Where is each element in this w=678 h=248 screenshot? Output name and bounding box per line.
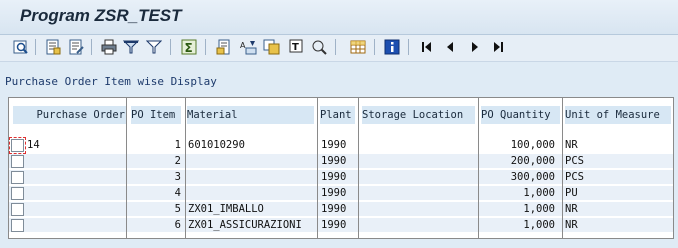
cell-storage-location [361, 186, 477, 200]
cell-po-item: 6 [174, 219, 181, 231]
sum-icon[interactable]: Σ [180, 38, 198, 56]
sort-ascending-icon[interactable]: A [240, 38, 258, 56]
cell-unit-of-measure: PCS [565, 171, 584, 183]
column-header-plant[interactable]: Plant [320, 106, 355, 124]
report-subtitle: Purchase Order Item wise Display [5, 75, 217, 88]
column-header-material[interactable]: Material [187, 106, 314, 124]
column-header-unit-of-measure[interactable]: Unit of Measure [565, 106, 671, 124]
column-divider [317, 98, 318, 238]
toolbar-separator [170, 39, 171, 55]
cell-plant: 1990 [321, 219, 347, 231]
cell-po-item: 2 [174, 155, 181, 167]
first-page-icon[interactable] [418, 38, 436, 56]
toolbar-separator [408, 39, 409, 55]
spreadsheet-icon[interactable] [349, 38, 367, 56]
info-icon[interactable] [383, 38, 401, 56]
cell-po-quantity: 200,000 [510, 155, 555, 167]
cell-po-quantity: 100,000 [510, 139, 555, 151]
cell-storage-location [361, 218, 477, 232]
cell-po-quantity: 300,000 [510, 171, 555, 183]
cell-unit-of-measure: NR [565, 203, 578, 215]
cell-storage-location [361, 202, 477, 216]
cell-purchase-order [27, 186, 122, 200]
filter-icon[interactable] [122, 38, 140, 56]
title-bar: Program ZSR_TEST [0, 0, 678, 35]
column-header-po-quantity[interactable]: PO Quantity [481, 106, 560, 124]
row-select-checkbox[interactable] [9, 137, 26, 154]
svg-text:A: A [240, 41, 246, 50]
row-select-checkbox[interactable] [11, 219, 24, 232]
cell-po-item: 5 [174, 203, 181, 215]
column-divider [185, 98, 186, 238]
column-header-po-item[interactable]: PO Item [131, 106, 181, 124]
column-header-storage-location[interactable]: Storage Location [362, 106, 475, 124]
cell-material [188, 154, 316, 168]
cell-unit-of-measure: PU [565, 187, 578, 199]
find-next-icon[interactable] [310, 38, 328, 56]
alv-grid: Purchase Order PO Item Material Plant St… [8, 97, 674, 239]
cell-storage-location [361, 154, 477, 168]
toolbar-separator [335, 39, 336, 55]
cell-storage-location [361, 138, 477, 152]
column-divider [358, 98, 359, 238]
sort-descending-icon[interactable] [263, 38, 281, 56]
cell-plant: 1990 [321, 171, 347, 183]
details-icon[interactable] [12, 38, 30, 56]
column-divider [126, 98, 127, 238]
cell-unit-of-measure: NR [565, 219, 578, 231]
svg-text:Σ: Σ [185, 41, 193, 55]
grid-header: Purchase Order PO Item Material Plant St… [9, 106, 673, 124]
cell-purchase-order [27, 202, 122, 216]
alv-toolbar: Σ A T [0, 35, 678, 62]
cell-po-quantity: 1,000 [523, 203, 555, 215]
cell-material: 601010290 [188, 139, 245, 151]
cell-plant: 1990 [321, 187, 347, 199]
print-icon[interactable] [100, 38, 118, 56]
previous-page-icon[interactable] [441, 38, 459, 56]
row-select-checkbox[interactable] [11, 203, 24, 216]
choose-layout-icon[interactable] [44, 38, 62, 56]
window-title: Program ZSR_TEST [20, 6, 182, 25]
toolbar-separator [374, 39, 375, 55]
row-select-checkbox[interactable] [11, 155, 24, 168]
cell-material [188, 186, 316, 200]
column-header-purchase-order[interactable]: Purchase Order [13, 106, 127, 124]
row-select-checkbox[interactable] [11, 171, 24, 184]
find-icon[interactable]: T [287, 38, 305, 56]
cell-storage-location [361, 170, 477, 184]
last-page-icon[interactable] [489, 38, 507, 56]
column-divider [478, 98, 479, 238]
cell-purchase-order [27, 218, 122, 232]
cell-po-item: 1 [174, 139, 181, 151]
cell-material: ZX01_ASSICURAZIONI [188, 219, 302, 231]
svg-text:T: T [292, 42, 299, 53]
subtotal-icon[interactable] [215, 38, 233, 56]
cell-po-quantity: 1,000 [523, 187, 555, 199]
cell-po-quantity: 1,000 [523, 219, 555, 231]
set-filter-icon[interactable] [145, 38, 163, 56]
cell-po-item: 4 [174, 187, 181, 199]
toolbar-separator [35, 39, 36, 55]
toolbar-separator [91, 39, 92, 55]
toolbar-separator [205, 39, 206, 55]
cell-unit-of-measure: NR [565, 139, 578, 151]
cell-material [188, 170, 316, 184]
next-page-icon[interactable] [466, 38, 484, 56]
cell-material: ZX01_IMBALLO [188, 203, 264, 215]
cell-plant: 1990 [321, 155, 347, 167]
column-divider [562, 98, 563, 238]
cell-po-item: 3 [174, 171, 181, 183]
cell-unit-of-measure: PCS [565, 155, 584, 167]
cell-plant: 1990 [321, 203, 347, 215]
cell-plant: 1990 [321, 139, 347, 151]
cell-purchase-order [27, 154, 122, 168]
row-select-checkbox[interactable] [11, 187, 24, 200]
change-layout-icon[interactable] [67, 38, 85, 56]
cell-purchase-order: 14 [27, 139, 40, 151]
cell-purchase-order [27, 170, 122, 184]
